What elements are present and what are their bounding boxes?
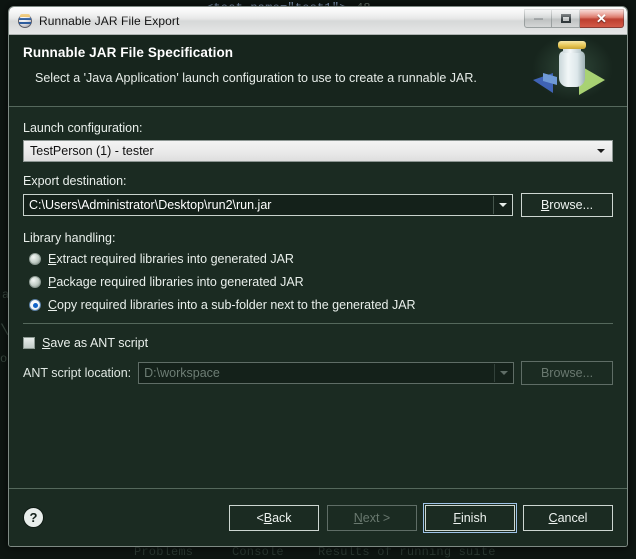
minimize-button[interactable]: [524, 9, 552, 28]
checkbox-icon: [23, 337, 35, 349]
chevron-down-icon: [597, 149, 605, 153]
export-destination-input[interactable]: C:\Users\Administrator\Desktop\run2\run.…: [23, 194, 513, 216]
minimize-icon: [533, 17, 543, 20]
ant-browse-label: Browse...: [540, 366, 594, 380]
jar-icon: [17, 13, 33, 29]
ant-script-location-dropdown-toggle[interactable]: [494, 364, 512, 382]
back-mnemonic: B: [263, 510, 273, 525]
library-handling-label: Library handling:: [23, 231, 116, 245]
radio-icon-selected: [29, 299, 41, 311]
dialog-footer: ? < Back Next > Finish Cancel: [9, 488, 627, 546]
footer-buttons: < Back Next > Finish Cancel: [229, 502, 613, 533]
ant-script-location-placeholder: D:\workspace: [144, 366, 220, 380]
radio-label: Copy required libraries into a sub-folde…: [48, 298, 416, 312]
backdrop-status-results: Results of running suite: [318, 545, 496, 559]
wizard-banner: Runnable JAR File Specification Select a…: [9, 35, 627, 107]
launch-configuration-combo[interactable]: TestPerson (1) - tester: [23, 140, 613, 162]
cancel-mnemonic: C: [548, 510, 558, 525]
radio-label: Package required libraries into generate…: [48, 275, 304, 289]
finish-mnemonic: F: [453, 510, 461, 525]
backdrop-status-console: Console: [232, 545, 284, 559]
back-prefix: <: [256, 510, 264, 525]
export-destination-value: C:\Users\Administrator\Desktop\run2\run.…: [29, 198, 272, 212]
export-destination-label: Export destination:: [23, 174, 127, 188]
radio-copy-libraries[interactable]: Copy required libraries into a sub-folde…: [29, 297, 613, 313]
window-controls: ✕: [524, 9, 624, 28]
help-icon[interactable]: ?: [23, 507, 44, 528]
window-title: Runnable JAR File Export: [39, 13, 180, 28]
cancel-rest: ancel: [557, 510, 588, 525]
radio-icon: [29, 276, 41, 288]
finish-rest: inish: [460, 510, 487, 525]
next-mnemonic: N: [353, 510, 363, 525]
backdrop-status-problems: Problems: [134, 545, 194, 559]
maximize-icon: [560, 14, 571, 23]
back-button[interactable]: < Back: [229, 504, 319, 531]
next-button[interactable]: Next >: [327, 504, 417, 531]
ant-script-browse-button[interactable]: Browse...: [521, 361, 613, 385]
chevron-down-icon: [498, 203, 507, 207]
export-destination-browse-button[interactable]: Browse...: [521, 193, 613, 217]
maximize-button[interactable]: [552, 9, 580, 28]
close-icon: ✕: [596, 11, 607, 26]
radio-label: Extract required libraries into generate…: [48, 252, 294, 266]
launch-configuration-value: TestPerson (1) - tester: [30, 144, 154, 158]
checkbox-label: Save as ANT script: [42, 336, 149, 350]
close-button[interactable]: ✕: [580, 9, 624, 28]
section-divider: [23, 323, 613, 324]
launch-configuration-label: Launch configuration:: [23, 121, 143, 135]
dialog-body: Launch configuration: TestPerson (1) - t…: [9, 107, 627, 509]
runnable-jar-banner-icon: [521, 35, 621, 106]
browse-mnemonic: B: [540, 198, 550, 212]
ant-script-location-label: ANT script location:: [23, 366, 132, 380]
ant-script-location-input[interactable]: D:\workspace: [138, 362, 514, 384]
export-destination-dropdown-toggle[interactable]: [493, 196, 511, 214]
save-as-ant-script-checkbox[interactable]: Save as ANT script: [23, 336, 613, 350]
export-destination-row: C:\Users\Administrator\Desktop\run2\run.…: [23, 193, 613, 217]
radio-package-libraries[interactable]: Package required libraries into generate…: [29, 274, 613, 290]
next-rest: ext >: [362, 510, 391, 525]
runnable-jar-export-dialog: Runnable JAR File Export ✕ Runnable JAR …: [8, 6, 628, 547]
radio-icon: [29, 253, 41, 265]
back-rest: ack: [272, 510, 292, 525]
chevron-down-icon: [499, 371, 508, 375]
cancel-button[interactable]: Cancel: [523, 504, 613, 531]
finish-button[interactable]: Finish: [423, 502, 517, 533]
title-bar: Runnable JAR File Export ✕: [9, 7, 627, 35]
ant-script-location-row: ANT script location: D:\workspace Browse…: [23, 361, 613, 385]
radio-extract-libraries[interactable]: Extract required libraries into generate…: [29, 251, 613, 267]
browse-label-rest: rowse...: [549, 198, 594, 212]
